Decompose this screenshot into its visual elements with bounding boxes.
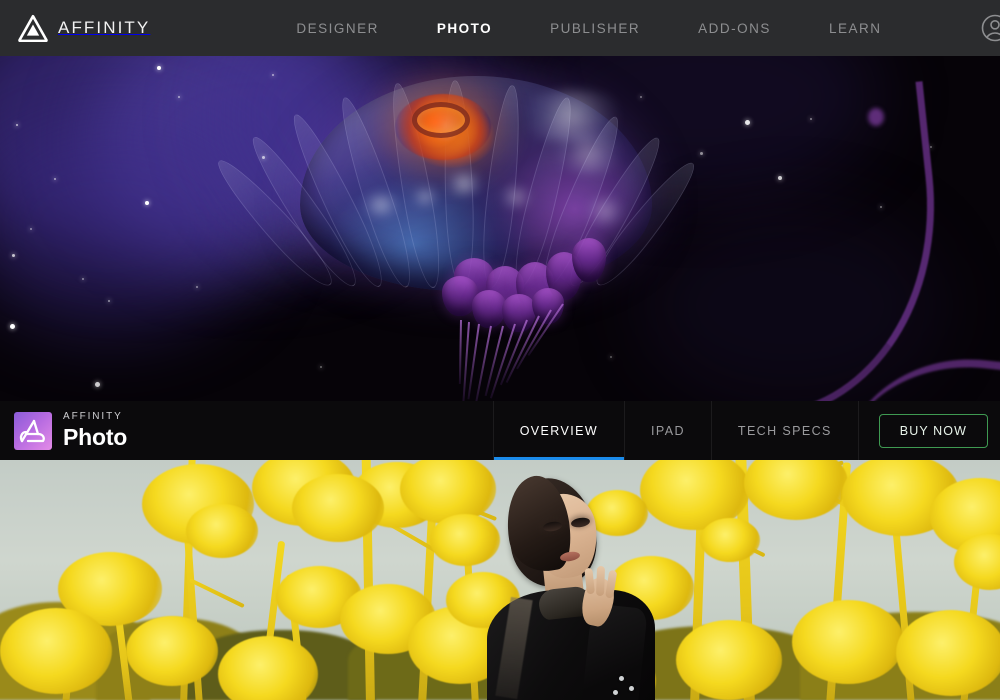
fennel-flower (896, 610, 1000, 696)
model-cuff-button (629, 686, 634, 691)
fennel-flower (292, 474, 384, 542)
nav-item-add-ons[interactable]: ADD-ONS (698, 21, 771, 36)
fennel-flower (0, 608, 112, 694)
page-root: AFFINITY DESIGNER PHOTO PUBLISHER ADD-ON… (0, 0, 1000, 700)
nav-item-designer[interactable]: DESIGNER (296, 21, 379, 36)
product-tabs: OVERVIEW IPAD TECH SPECS BUY NOW (492, 401, 1000, 460)
product-family-label: AFFINITY (63, 411, 123, 422)
product-sub-navigation-bar: AFFINITY Photo OVERVIEW IPAD TECH SPECS … (0, 401, 1000, 460)
fennel-flower (744, 460, 848, 520)
nav-item-publisher[interactable]: PUBLISHER (550, 21, 640, 36)
top-navigation-bar: AFFINITY DESIGNER PHOTO PUBLISHER ADD-ON… (0, 0, 1000, 56)
affinity-triangle-logo-icon (18, 14, 48, 43)
product-name-block: AFFINITY Photo (63, 412, 127, 449)
jellyfish-creature (208, 76, 705, 401)
fennel-flower (676, 620, 782, 700)
fashion-photo-section (0, 460, 1000, 700)
buy-button-container: BUY NOW (857, 401, 1000, 460)
tab-overview[interactable]: OVERVIEW (492, 401, 625, 460)
fennel-flower (186, 504, 258, 558)
fennel-flower (700, 518, 760, 562)
jellyfish-core-ring (412, 102, 470, 138)
model-finger (584, 567, 595, 595)
product-title: Photo (63, 424, 128, 450)
model-cuff-button (619, 676, 624, 681)
nav-item-learn[interactable]: LEARN (829, 21, 882, 36)
affinity-home-link[interactable]: AFFINITY (18, 14, 151, 43)
account-circle-icon[interactable] (980, 13, 1000, 43)
primary-nav: DESIGNER PHOTO PUBLISHER ADD-ONS LEARN (296, 21, 881, 36)
fennel-flower (792, 600, 904, 684)
tab-tech-specs[interactable]: TECH SPECS (710, 401, 858, 460)
product-identity[interactable]: AFFINITY Photo (0, 401, 127, 460)
affinity-wordmark: AFFINITY (58, 18, 151, 37)
jellyfish-tentacle-tip (868, 108, 884, 126)
nav-item-photo[interactable]: PHOTO (437, 21, 492, 36)
affinity-photo-aperture-icon (14, 411, 52, 450)
model-finger (596, 565, 606, 597)
model-figure (487, 460, 677, 700)
buy-now-button[interactable]: BUY NOW (878, 413, 988, 448)
tab-ipad[interactable]: IPAD (624, 401, 711, 460)
hero-jellyfish-image (0, 56, 1000, 401)
model-cuff-button (613, 690, 618, 695)
fennel-flower (126, 616, 218, 686)
fennel-branch (189, 578, 245, 609)
